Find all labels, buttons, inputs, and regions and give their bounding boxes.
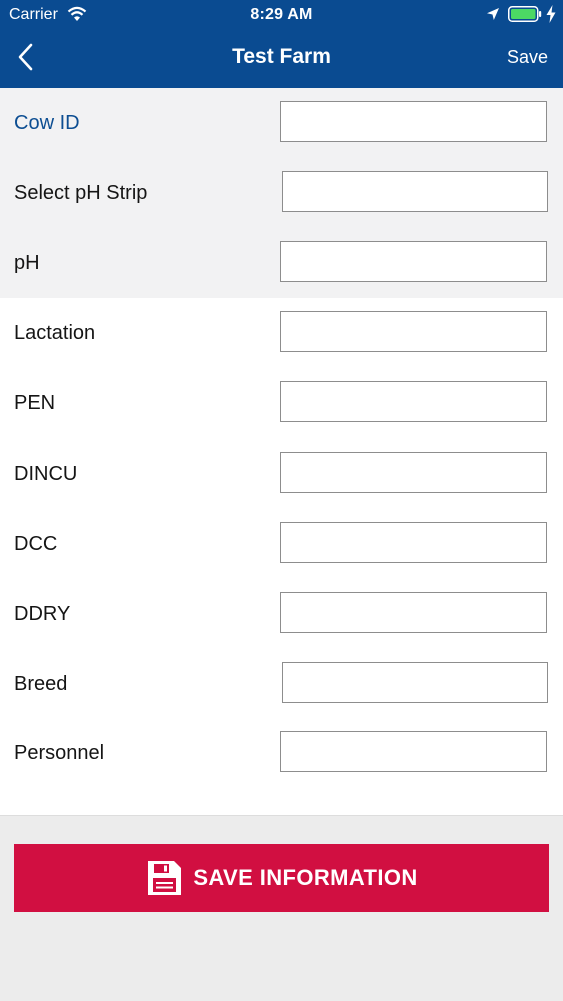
footer: SAVE INFORMATION xyxy=(0,815,563,1001)
row-ddry: DDRY xyxy=(0,579,563,649)
dcc-label: DCC xyxy=(14,533,58,555)
cow-form: Cow ID Select pH Strip pH Lactation PEN … xyxy=(0,88,563,815)
row-breed: Breed xyxy=(0,649,563,719)
ph-input[interactable] xyxy=(280,241,547,282)
pen-label: PEN xyxy=(14,392,56,414)
row-lactation: Lactation xyxy=(0,298,563,368)
dcc-input[interactable] xyxy=(280,522,547,563)
charging-bolt-icon xyxy=(546,5,556,23)
pen-input[interactable] xyxy=(280,381,547,422)
top-bar: Carrier 8:29 AM Test Farm Save xyxy=(0,0,563,88)
lactation-label: Lactation xyxy=(14,322,96,344)
cow-id-input[interactable] xyxy=(280,101,547,142)
ddry-label: DDRY xyxy=(14,603,71,625)
row-ph: pH xyxy=(0,228,563,298)
ph-strip-select[interactable] xyxy=(282,171,548,212)
row-personnel: Personnel xyxy=(0,718,563,788)
row-dincu: DINCU xyxy=(0,439,563,509)
status-time: 8:29 AM xyxy=(250,6,313,23)
location-arrow-icon xyxy=(487,8,499,20)
dincu-input[interactable] xyxy=(280,452,547,493)
page-title: Test Farm xyxy=(232,45,331,68)
dincu-label: DINCU xyxy=(14,463,78,485)
battery-icon xyxy=(508,6,542,22)
save-information-button[interactable]: SAVE INFORMATION xyxy=(14,844,549,912)
personnel-input[interactable] xyxy=(280,731,547,772)
row-cow-id: Cow ID xyxy=(0,88,563,158)
navigation-bar: Test Farm Save xyxy=(0,30,563,88)
ddry-input[interactable] xyxy=(280,592,547,633)
personnel-label: Personnel xyxy=(14,742,105,764)
status-bar: Carrier 8:29 AM xyxy=(0,0,563,30)
save-information-label: SAVE INFORMATION xyxy=(193,865,418,890)
row-ph-strip: Select pH Strip xyxy=(0,158,563,228)
row-pen: PEN xyxy=(0,368,563,438)
breed-label: Breed xyxy=(14,673,68,695)
row-dcc: DCC xyxy=(0,509,563,579)
ph-strip-label: Select pH Strip xyxy=(14,182,148,204)
floppy-disk-icon xyxy=(148,861,182,895)
breed-input[interactable] xyxy=(282,662,548,703)
ph-label: pH xyxy=(14,252,40,274)
cow-id-label: Cow ID xyxy=(14,112,80,134)
nav-save-button[interactable]: Save xyxy=(507,47,548,68)
lactation-input[interactable] xyxy=(280,311,547,352)
